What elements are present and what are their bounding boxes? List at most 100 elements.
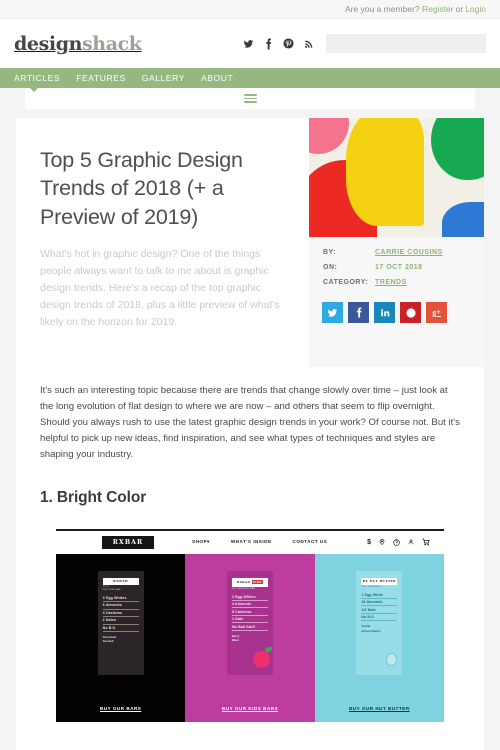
active-nav-caret [30, 88, 38, 92]
bar-ingredient: No B.S. [361, 614, 398, 622]
googleplus-share-button[interactable]: g+ [426, 302, 447, 323]
nav-item-gallery[interactable]: GALLERY [142, 73, 185, 83]
rxbar-nav-contact-us[interactable]: CONTACT US [293, 539, 328, 545]
register-link[interactable]: Register [422, 4, 454, 14]
login-link[interactable]: Login [465, 4, 486, 14]
bar-ingredient: 4 Cashews [102, 610, 139, 618]
subbar-wrapper [0, 88, 500, 109]
nav-item-articles[interactable]: ARTICLES [14, 73, 60, 83]
article-card: Top 5 Graphic Design Trends of 2018 (+ a… [16, 118, 484, 750]
bar-flavor: Berry Blast [231, 633, 240, 643]
masthead: designshack [0, 19, 500, 68]
member-prompt: Are you a member? [344, 4, 420, 14]
facebook-share-button[interactable] [348, 302, 369, 323]
section-heading-bright-color: 1. Bright Color [40, 488, 147, 506]
search-input[interactable] [326, 34, 486, 53]
bar-ingredient: 1 Date [231, 616, 268, 624]
buy-our-kids-bars-link[interactable]: BUY OUR KIDS BARS [222, 706, 278, 711]
hero-artwork [309, 118, 484, 237]
subbar [25, 88, 475, 109]
rxbar-figure: RXBAR SHOP▾ WHAT'S INSIDE CONTACT US $ R… [56, 528, 444, 722]
article-meta-box: BY: CARRIE COUSINS ON: 17 OCT 2018 CATEG… [309, 237, 484, 367]
pinterest-icon[interactable] [283, 38, 294, 50]
article-rail: BY: CARRIE COUSINS ON: 17 OCT 2018 CATEG… [309, 118, 484, 367]
utility-bar: Are you a member? Register or Login [0, 0, 500, 19]
meta-label-category: CATEGORY: [323, 279, 369, 286]
bar-ingredient: 1 Egg White [361, 591, 398, 599]
social-links [243, 38, 314, 50]
article-header: Top 5 Graphic Design Trends of 2018 (+ a… [16, 118, 309, 367]
bar-subtitle: 10G. PROTEIN [361, 586, 380, 589]
rxbar-panels: RXBAR 12 G. PROTEIN BAR 3 Egg Whites 6 A… [56, 553, 444, 722]
facebook-icon[interactable] [263, 38, 274, 50]
bar-ingredient: 2 Egg Whites [231, 593, 268, 601]
bar-ingredient: 6 Almonds [102, 602, 139, 610]
body-paragraph: It's such an interesting topic because t… [40, 385, 460, 460]
rxbar-logo: RXBAR [102, 535, 154, 549]
meta-label-by: BY: [323, 249, 337, 256]
bar-brand-label: RX NUT BUTTER [361, 577, 398, 585]
rxbar-nav-links: SHOP▾ WHAT'S INSIDE CONTACT US [192, 539, 327, 545]
hero-shape-pink [309, 118, 349, 154]
meta-row-on: ON: 17 OCT 2018 [309, 264, 484, 271]
twitter-share-button[interactable] [322, 302, 343, 323]
kids-bar-panel[interactable]: RXBAR KIDS 7G. PROTEIN BAR 2 Egg Whites … [185, 553, 315, 722]
publish-date: 17 OCT 2018 [375, 264, 423, 271]
hero-shape-yellow [346, 118, 424, 226]
hero-shape-green [431, 118, 484, 180]
buy-our-bars-link[interactable]: BUY OUR BARS [100, 706, 141, 711]
rss-icon[interactable] [303, 38, 314, 50]
bar-ingredient: 1/2 Date [361, 606, 398, 614]
utility-separator: or [455, 4, 464, 14]
category-link[interactable]: TRENDS [375, 279, 407, 286]
meta-label-on: ON: [323, 264, 338, 271]
kids-bar-image: RXBAR KIDS 7G. PROTEIN BAR 2 Egg Whites … [226, 570, 273, 675]
site-logo[interactable]: designshack [14, 33, 142, 55]
bar-brand-label: RXBAR [102, 577, 139, 585]
original-bar-image: RXBAR 12 G. PROTEIN BAR 3 Egg Whites 6 A… [97, 570, 144, 675]
rxbar-nav-shop[interactable]: SHOP▾ [192, 539, 210, 545]
location-pin-icon[interactable] [379, 538, 385, 546]
bar-ingredient: 3 Egg Whites [102, 595, 139, 603]
currency-icon[interactable]: $ [367, 539, 371, 546]
twitter-icon[interactable] [243, 38, 254, 50]
rxbar-nav-icons: $ [367, 538, 436, 546]
author-link[interactable]: CARRIE COUSINS [375, 249, 443, 256]
bar-flavor: Chocolate Sea Salt [102, 635, 117, 644]
nut-butter-panel[interactable]: RX NUT BUTTER 10G. PROTEIN 1 Egg White 1… [314, 553, 444, 722]
rxbar-nav-whats-inside[interactable]: WHAT'S INSIDE [231, 539, 272, 545]
bar-ingredient: 18 Almonds [361, 599, 398, 607]
meta-row-by: BY: CARRIE COUSINS [309, 249, 484, 256]
rxbar-navbar: RXBAR SHOP▾ WHAT'S INSIDE CONTACT US $ [56, 530, 444, 554]
bar-ingredient: 4 Almonds [231, 601, 268, 609]
pinterest-share-button[interactable] [400, 302, 421, 323]
raspberry-mascot-icon [252, 650, 270, 668]
help-circle-icon[interactable] [393, 538, 400, 546]
meta-row-category: CATEGORY: TRENDS [309, 279, 484, 286]
hero-shape-blue [442, 202, 484, 237]
raspberry-leaf-icon [264, 646, 272, 652]
original-bar-panel[interactable]: RXBAR 12 G. PROTEIN BAR 3 Egg Whites 6 A… [56, 553, 186, 722]
share-buttons: g+ [309, 294, 484, 323]
article-top: Top 5 Graphic Design Trends of 2018 (+ a… [16, 118, 484, 367]
linkedin-share-button[interactable] [374, 302, 395, 323]
bar-ingredient: No B.S. [102, 625, 139, 633]
logo-word-design: design [14, 32, 82, 55]
nut-butter-image: RX NUT BUTTER 10G. PROTEIN 1 Egg White 1… [356, 570, 403, 675]
article-body: It's such an interesting topic because t… [16, 367, 484, 463]
article-excerpt: What's hot in graphic design? One of the… [40, 248, 280, 329]
bar-ingredient: 2 Dates [102, 617, 139, 625]
nav-item-features[interactable]: FEATURES [76, 73, 126, 83]
buy-our-nut-butter-link[interactable]: BUY OUR NUT BUTTER [349, 706, 410, 711]
bar-subtitle: 12 G. PROTEIN BAR [102, 586, 121, 592]
cart-icon[interactable] [422, 538, 430, 546]
almond-icon [386, 652, 398, 666]
hamburger-icon[interactable] [243, 92, 257, 105]
kids-badge: KIDS [251, 580, 263, 585]
logo-word-shack: shack [82, 32, 142, 55]
account-icon[interactable] [408, 538, 414, 546]
nav-item-about[interactable]: ABOUT [201, 73, 233, 83]
bar-ingredient: 5 Cashews [231, 608, 268, 616]
main-navigation: ARTICLES FEATURES GALLERY ABOUT [0, 68, 500, 92]
bar-brand-label: RXBAR KIDS [231, 577, 268, 587]
